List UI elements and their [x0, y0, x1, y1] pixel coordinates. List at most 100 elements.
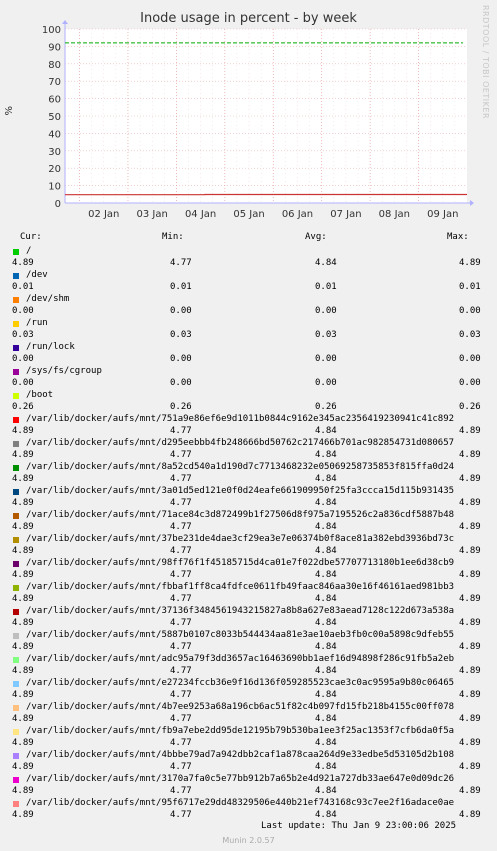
legend-avg-value: 4.84 — [315, 714, 337, 724]
y-tick-label: 10 — [48, 182, 61, 193]
legend-row: /var/lib/docker/aufs/mnt/95f6717e29dd483… — [0, 798, 497, 822]
legend-swatch — [13, 297, 19, 303]
legend-row: /var/lib/docker/aufs/mnt/751a9e86ef6e9d1… — [0, 414, 497, 438]
legend-max-value: 4.89 — [459, 738, 481, 748]
legend-max-value: 4.89 — [459, 618, 481, 628]
legend-avg-value: 4.84 — [315, 810, 337, 820]
legend-cur-value: 0.26 — [12, 402, 34, 412]
legend-cur-value: 4.89 — [12, 762, 34, 772]
legend-row: /var/lib/docker/aufs/mnt/adc95a79f3dd365… — [0, 654, 497, 678]
legend-series-name: /var/lib/docker/aufs/mnt/8a52cd540a1d190… — [26, 462, 455, 472]
legend-max-value: 4.89 — [459, 522, 481, 532]
y-tick-label: 90 — [48, 42, 61, 53]
legend-min-value: 4.77 — [170, 714, 192, 724]
legend-avg-value: 4.84 — [315, 450, 337, 460]
legend-min-value: 4.77 — [170, 690, 192, 700]
legend-series-name: /sys/fs/cgroup — [26, 366, 102, 376]
legend-max-value: 4.89 — [459, 690, 481, 700]
legend-row: /var/lib/docker/aufs/mnt/e27234fccb36e9f… — [0, 678, 497, 702]
legend-avg-value: 4.84 — [315, 786, 337, 796]
legend-avg-value: 0.26 — [315, 402, 337, 412]
legend-max-value: 4.89 — [459, 426, 481, 436]
legend-avg-value: 4.84 — [315, 738, 337, 748]
legend-swatch — [13, 777, 19, 783]
legend-series-name: /var/lib/docker/aufs/mnt/e27234fccb36e9f… — [26, 678, 455, 688]
legend-swatch — [13, 465, 19, 471]
x-tick-label: 04 Jan — [185, 209, 216, 220]
legend-max-value: 0.00 — [459, 354, 481, 364]
legend-row: /var/lib/docker/aufs/mnt/4b7ee9253a68a19… — [0, 702, 497, 726]
legend-max-value: 4.89 — [459, 714, 481, 724]
legend-series-name: /var/lib/docker/aufs/mnt/4bbbe79ad7a942d… — [26, 750, 455, 760]
legend-row: /boot 0.26 0.26 0.26 0.26 — [0, 390, 497, 414]
legend-min-value: 4.77 — [170, 450, 192, 460]
legend-series-name: /dev — [26, 270, 48, 280]
legend-avg-value: 0.00 — [315, 354, 337, 364]
legend-swatch — [13, 729, 19, 735]
legend-max-value: 4.89 — [459, 450, 481, 460]
legend-min-value: 0.00 — [170, 354, 192, 364]
legend-min-value: 4.77 — [170, 522, 192, 532]
x-tick-label: 03 Jan — [137, 209, 168, 220]
legend-max-value: 4.89 — [459, 474, 481, 484]
legend-header-cur: Cur: — [20, 232, 42, 242]
legend-min-value: 0.03 — [170, 330, 192, 340]
munin-graph: Inode usage in percent - by week RRDTOOL… — [0, 0, 497, 851]
legend-max-value: 4.89 — [459, 810, 481, 820]
legend-cur-value: 4.89 — [12, 618, 34, 628]
legend-series-name: /var/lib/docker/aufs/mnt/71ace84c3d87249… — [26, 510, 455, 520]
legend-row: /run/lock 0.00 0.00 0.00 0.00 — [0, 342, 497, 366]
x-tick-label: 09 Jan — [427, 209, 458, 220]
legend-series-name: /var/lib/docker/aufs/mnt/3a01d5ed121e0f0… — [26, 486, 455, 496]
legend-avg-value: 4.84 — [315, 474, 337, 484]
legend-cur-value: 4.89 — [12, 450, 34, 460]
legend-row: /sys/fs/cgroup 0.00 0.00 0.00 0.00 — [0, 366, 497, 390]
legend-row: /var/lib/docker/aufs/mnt/37136f348456194… — [0, 606, 497, 630]
legend-min-value: 4.77 — [170, 258, 192, 268]
legend-avg-value: 4.84 — [315, 522, 337, 532]
legend-cur-value: 0.00 — [12, 378, 34, 388]
legend-series-name: / — [26, 246, 32, 256]
legend-swatch — [13, 753, 19, 759]
legend-avg-value: 4.84 — [315, 426, 337, 436]
legend-avg-value: 0.03 — [315, 330, 337, 340]
legend-max-value: 4.89 — [459, 762, 481, 772]
legend-avg-value: 4.84 — [315, 258, 337, 268]
y-tick-label: 80 — [48, 60, 61, 71]
legend-max-value: 0.26 — [459, 402, 481, 412]
legend-min-value: 4.77 — [170, 786, 192, 796]
x-axis-arrow — [470, 200, 474, 206]
legend-header-max: Max: — [447, 232, 469, 242]
legend-swatch — [13, 417, 19, 423]
legend-swatch — [13, 561, 19, 567]
y-tick-label: 100 — [42, 25, 61, 36]
legend-min-value: 4.77 — [170, 618, 192, 628]
legend-cur-value: 4.89 — [12, 546, 34, 556]
x-tick-label: 02 Jan — [88, 209, 119, 220]
legend-header-avg: Avg: — [305, 232, 327, 242]
legend-row: /var/lib/docker/aufs/mnt/71ace84c3d87249… — [0, 510, 497, 534]
legend-avg-value: 4.84 — [315, 546, 337, 556]
legend-min-value: 0.00 — [170, 378, 192, 388]
legend-min-value: 4.77 — [170, 570, 192, 580]
legend-max-value: 0.03 — [459, 330, 481, 340]
legend-swatch — [13, 489, 19, 495]
y-tick-label: 60 — [48, 95, 61, 106]
last-update: Last update: Thu Jan 9 23:00:06 2025 — [261, 821, 457, 831]
legend-cur-value: 4.89 — [12, 786, 34, 796]
munin-version: Munin 2.0.57 — [222, 836, 275, 845]
legend-series-name: /var/lib/docker/aufs/mnt/fb9a7ebe2dd95de… — [26, 726, 455, 736]
legend-row: /var/lib/docker/aufs/mnt/fb9a7ebe2dd95de… — [0, 726, 497, 750]
legend-cur-value: 4.89 — [12, 258, 34, 268]
x-tick-label: 05 Jan — [233, 209, 264, 220]
legend-row: /dev 0.01 0.01 0.01 0.01 — [0, 270, 497, 294]
legend-swatch — [13, 273, 19, 279]
legend-row: /var/lib/docker/aufs/mnt/3a01d5ed121e0f0… — [0, 486, 497, 510]
legend-avg-value: 4.84 — [315, 594, 337, 604]
x-tick-label: 06 Jan — [282, 209, 313, 220]
legend-row: /var/lib/docker/aufs/mnt/fbbaf1ff8ca4fdf… — [0, 582, 497, 606]
legend-series-name: /var/lib/docker/aufs/mnt/5887b0107c8033b… — [26, 630, 455, 640]
legend-swatch — [13, 633, 19, 639]
legend-avg-value: 4.84 — [315, 570, 337, 580]
y-tick-label: 30 — [48, 147, 61, 158]
